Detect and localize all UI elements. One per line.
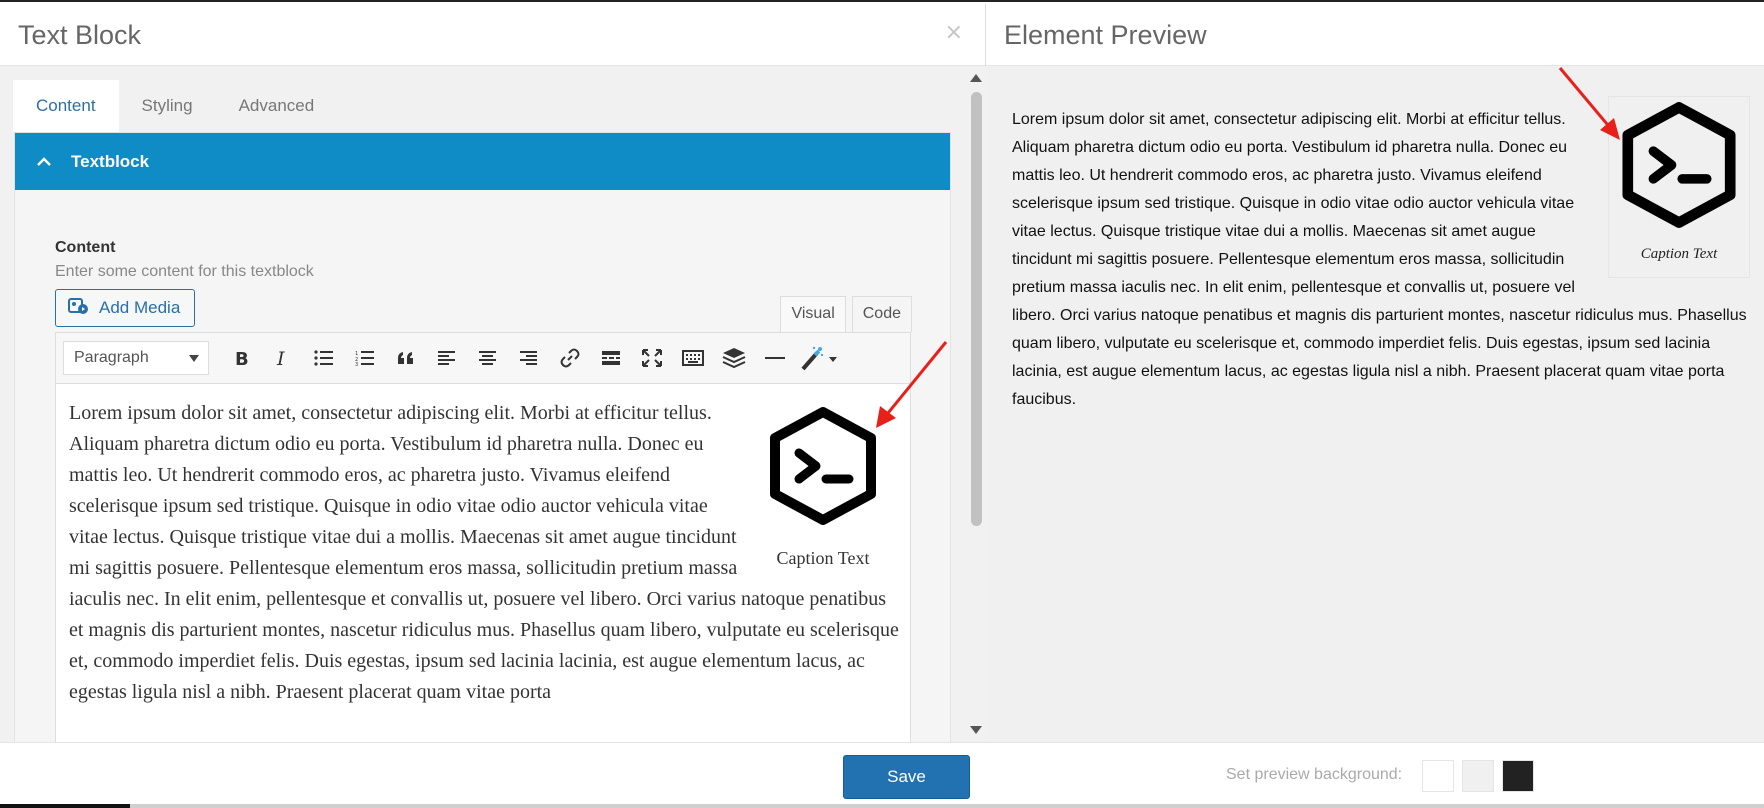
preview-footer: Set preview background: — [986, 742, 1764, 806]
align-left-icon[interactable] — [426, 341, 467, 375]
svg-text:3: 3 — [355, 362, 358, 366]
tab-advanced[interactable]: Advanced — [216, 80, 338, 132]
fullscreen-icon[interactable] — [631, 341, 672, 375]
content-field-description: Enter some content for this textblock — [55, 263, 314, 280]
textblock-section: Textblock Content Enter some content for… — [14, 132, 951, 742]
scroll-up-icon[interactable] — [970, 74, 982, 82]
preview-background-label: Set preview background: — [1226, 766, 1403, 783]
svg-text:I: I — [276, 349, 285, 367]
swatch-light-gray[interactable] — [1462, 760, 1494, 792]
format-select-value: Paragraph — [74, 349, 149, 366]
format-select[interactable]: Paragraph — [63, 341, 209, 375]
close-icon[interactable]: × — [945, 20, 963, 45]
scroll-down-icon[interactable] — [970, 726, 982, 734]
tab-content[interactable]: Content — [13, 80, 119, 132]
settings-body: Content Styling Advanced Textblock Conte… — [0, 66, 966, 742]
preview-header: Element Preview — [986, 4, 1764, 66]
chevron-up-icon — [37, 152, 51, 172]
bullet-list-icon[interactable] — [303, 341, 344, 375]
layers-icon[interactable] — [713, 341, 754, 375]
tab-code[interactable]: Code — [851, 296, 912, 332]
taskbar-strip — [0, 804, 1764, 808]
svg-text:B: B — [235, 349, 249, 367]
align-right-icon[interactable] — [508, 341, 549, 375]
add-media-button[interactable]: Add Media — [55, 289, 196, 327]
modal-frame: Text Block × Content Styling Advanced Te… — [0, 0, 1764, 808]
save-button[interactable]: Save — [843, 755, 970, 799]
section-title: Textblock — [71, 151, 150, 171]
numbered-list-icon[interactable]: 123 — [344, 341, 385, 375]
preview-image-caption: Caption Text — [1640, 246, 1718, 262]
settings-scrollbar[interactable] — [966, 66, 986, 742]
scroll-thumb[interactable] — [971, 92, 982, 526]
settings-panel: Text Block × Content Styling Advanced Te… — [0, 4, 986, 806]
editor-toolbar: Paragraph B I 123 — [55, 332, 911, 384]
preview-content: Caption Text Lorem ipsum dolor sit amet,… — [1012, 96, 1750, 414]
chevron-down-icon — [189, 355, 199, 362]
content-field-label: Content — [55, 239, 116, 256]
add-media-label: Add Media — [99, 298, 181, 317]
settings-tabs: Content Styling Advanced — [13, 80, 337, 132]
editor-image-figure[interactable]: Caption Text — [753, 406, 893, 570]
section-toggle[interactable]: Textblock — [15, 133, 950, 190]
editor-content[interactable]: Caption Text Lorem ipsum dolor sit amet,… — [69, 398, 899, 708]
italic-icon[interactable]: I — [262, 341, 303, 375]
editor-mode-tabs: Visual Code — [774, 296, 912, 332]
media-icon — [68, 296, 99, 321]
blockquote-icon[interactable] — [385, 341, 426, 375]
preview-panel: Element Preview Caption Text Lorem ipsum… — [986, 4, 1764, 806]
rich-text-editor[interactable]: Caption Text Lorem ipsum dolor sit amet,… — [55, 384, 911, 742]
preview-image-figure: Caption Text — [1608, 96, 1750, 278]
tab-styling[interactable]: Styling — [119, 80, 216, 132]
panel-title: Text Block — [18, 20, 142, 50]
magic-wand-icon[interactable] — [795, 341, 845, 375]
settings-header: Text Block × — [0, 4, 985, 66]
link-icon[interactable] — [549, 341, 590, 375]
tab-visual[interactable]: Visual — [780, 296, 846, 332]
bold-icon[interactable]: B — [221, 341, 262, 375]
preview-title: Element Preview — [1004, 20, 1207, 50]
read-more-icon[interactable] — [590, 341, 631, 375]
swatch-dark[interactable] — [1502, 760, 1534, 792]
terminal-hexagon-icon — [1622, 102, 1736, 228]
swatch-white[interactable] — [1422, 760, 1454, 792]
align-center-icon[interactable] — [467, 341, 508, 375]
horizontal-line-icon[interactable] — [754, 341, 795, 375]
settings-footer: Save — [0, 742, 986, 806]
editor-image-caption: Caption Text — [776, 548, 870, 568]
terminal-hexagon-icon — [770, 407, 876, 525]
keyboard-icon[interactable] — [672, 341, 713, 375]
